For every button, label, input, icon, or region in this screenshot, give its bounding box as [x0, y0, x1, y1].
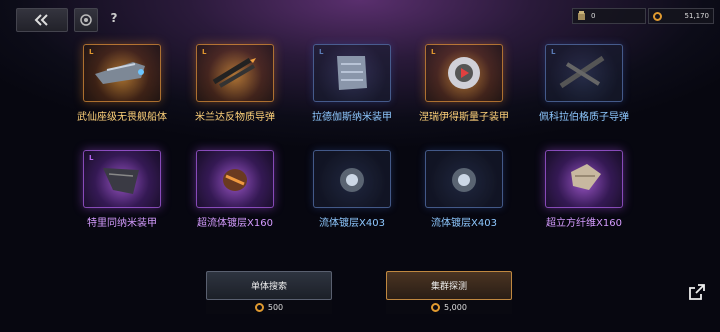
reward-item-label: 涅瑞伊得斯量子装甲	[419, 112, 509, 123]
reward-item-label: 超立方纤维X160	[546, 218, 622, 229]
reward-item[interactable]: L 特里同纳米装甲	[67, 150, 177, 229]
proton-missile-icon	[559, 55, 605, 89]
reward-item[interactable]: 超流体镀层X160	[180, 150, 290, 229]
credit-coin-icon	[431, 302, 441, 312]
help-button[interactable]: ?	[106, 11, 122, 27]
resource-a-value: 0	[591, 12, 596, 20]
reward-item[interactable]: 超立方纤维X160	[529, 150, 639, 229]
cluster-scan-cost: 5,000	[386, 300, 512, 314]
cluster-scan-cost-value: 5,000	[444, 302, 467, 312]
orange-canister-icon	[223, 169, 247, 191]
reward-item-label: 米兰达反物质导弹	[195, 112, 275, 123]
single-search-cost: 500	[206, 300, 332, 314]
ammo-icon	[578, 11, 585, 20]
reward-item-frame: L	[196, 44, 274, 102]
shield-emblem-icon	[448, 57, 480, 89]
fiber-cube-icon	[571, 164, 601, 190]
external-link-icon	[689, 284, 705, 300]
missile-icon	[212, 57, 256, 88]
reward-item-frame: L	[425, 44, 503, 102]
reward-item[interactable]: L 米兰达反物质导弹	[180, 44, 290, 123]
reward-item-frame	[545, 150, 623, 208]
reward-item[interactable]: L 佩科拉伯格质子导弹	[529, 44, 639, 123]
reward-item-label: 流体镀层X403	[319, 218, 385, 229]
resource-counter-b: 51,170	[648, 8, 714, 24]
cluster-scan-button[interactable]: 集群探测	[386, 271, 512, 300]
reward-item[interactable]: L 武仙座级无畏舰船体	[67, 44, 177, 123]
ship-hull-icon	[95, 62, 145, 84]
credit-coin-icon	[254, 302, 264, 312]
back-button[interactable]	[16, 8, 68, 32]
gear-icon	[80, 14, 92, 26]
armor-panel-icon	[103, 168, 139, 194]
single-search-cost-value: 500	[267, 302, 284, 312]
reward-item-frame	[425, 150, 503, 208]
settings-button[interactable]	[74, 8, 98, 32]
reward-item-label: 超流体镀层X160	[197, 218, 273, 229]
single-search-button[interactable]: 单体搜索	[206, 271, 332, 300]
reward-item-label: 佩科拉伯格质子导弹	[539, 112, 629, 123]
cluster-scan-label: 集群探测	[430, 282, 467, 292]
reward-item-label: 拉德伽斯纳米装甲	[312, 112, 392, 123]
reward-item-label: 特里同纳米装甲	[87, 218, 157, 229]
reward-item-label: 武仙座级无畏舰船体	[77, 112, 167, 123]
credit-coin-icon	[653, 11, 662, 21]
reward-item-frame	[313, 150, 391, 208]
armor-plate-icon	[337, 56, 367, 90]
reward-item-frame: L	[83, 44, 161, 102]
resource-b-value: 51,170	[684, 12, 710, 20]
silver-canister-icon	[340, 168, 364, 192]
reward-item[interactable]: L 涅瑞伊得斯量子装甲	[409, 44, 519, 123]
resource-counter-a: 0	[572, 8, 646, 24]
silver-canister-icon	[452, 168, 476, 192]
reward-item-frame	[196, 150, 274, 208]
double-chevron-left-icon	[34, 14, 48, 26]
reward-item-frame: L	[545, 44, 623, 102]
share-button[interactable]	[688, 283, 706, 301]
reward-item-label: 流体镀层X403	[431, 218, 497, 229]
reward-item-frame: L	[83, 150, 161, 208]
reward-item[interactable]: L 拉德伽斯纳米装甲	[297, 44, 407, 123]
reward-item[interactable]: 流体镀层X403	[297, 150, 407, 229]
reward-item-frame: L	[313, 44, 391, 102]
single-search-label: 单体搜索	[250, 282, 287, 292]
reward-item[interactable]: 流体镀层X403	[409, 150, 519, 229]
